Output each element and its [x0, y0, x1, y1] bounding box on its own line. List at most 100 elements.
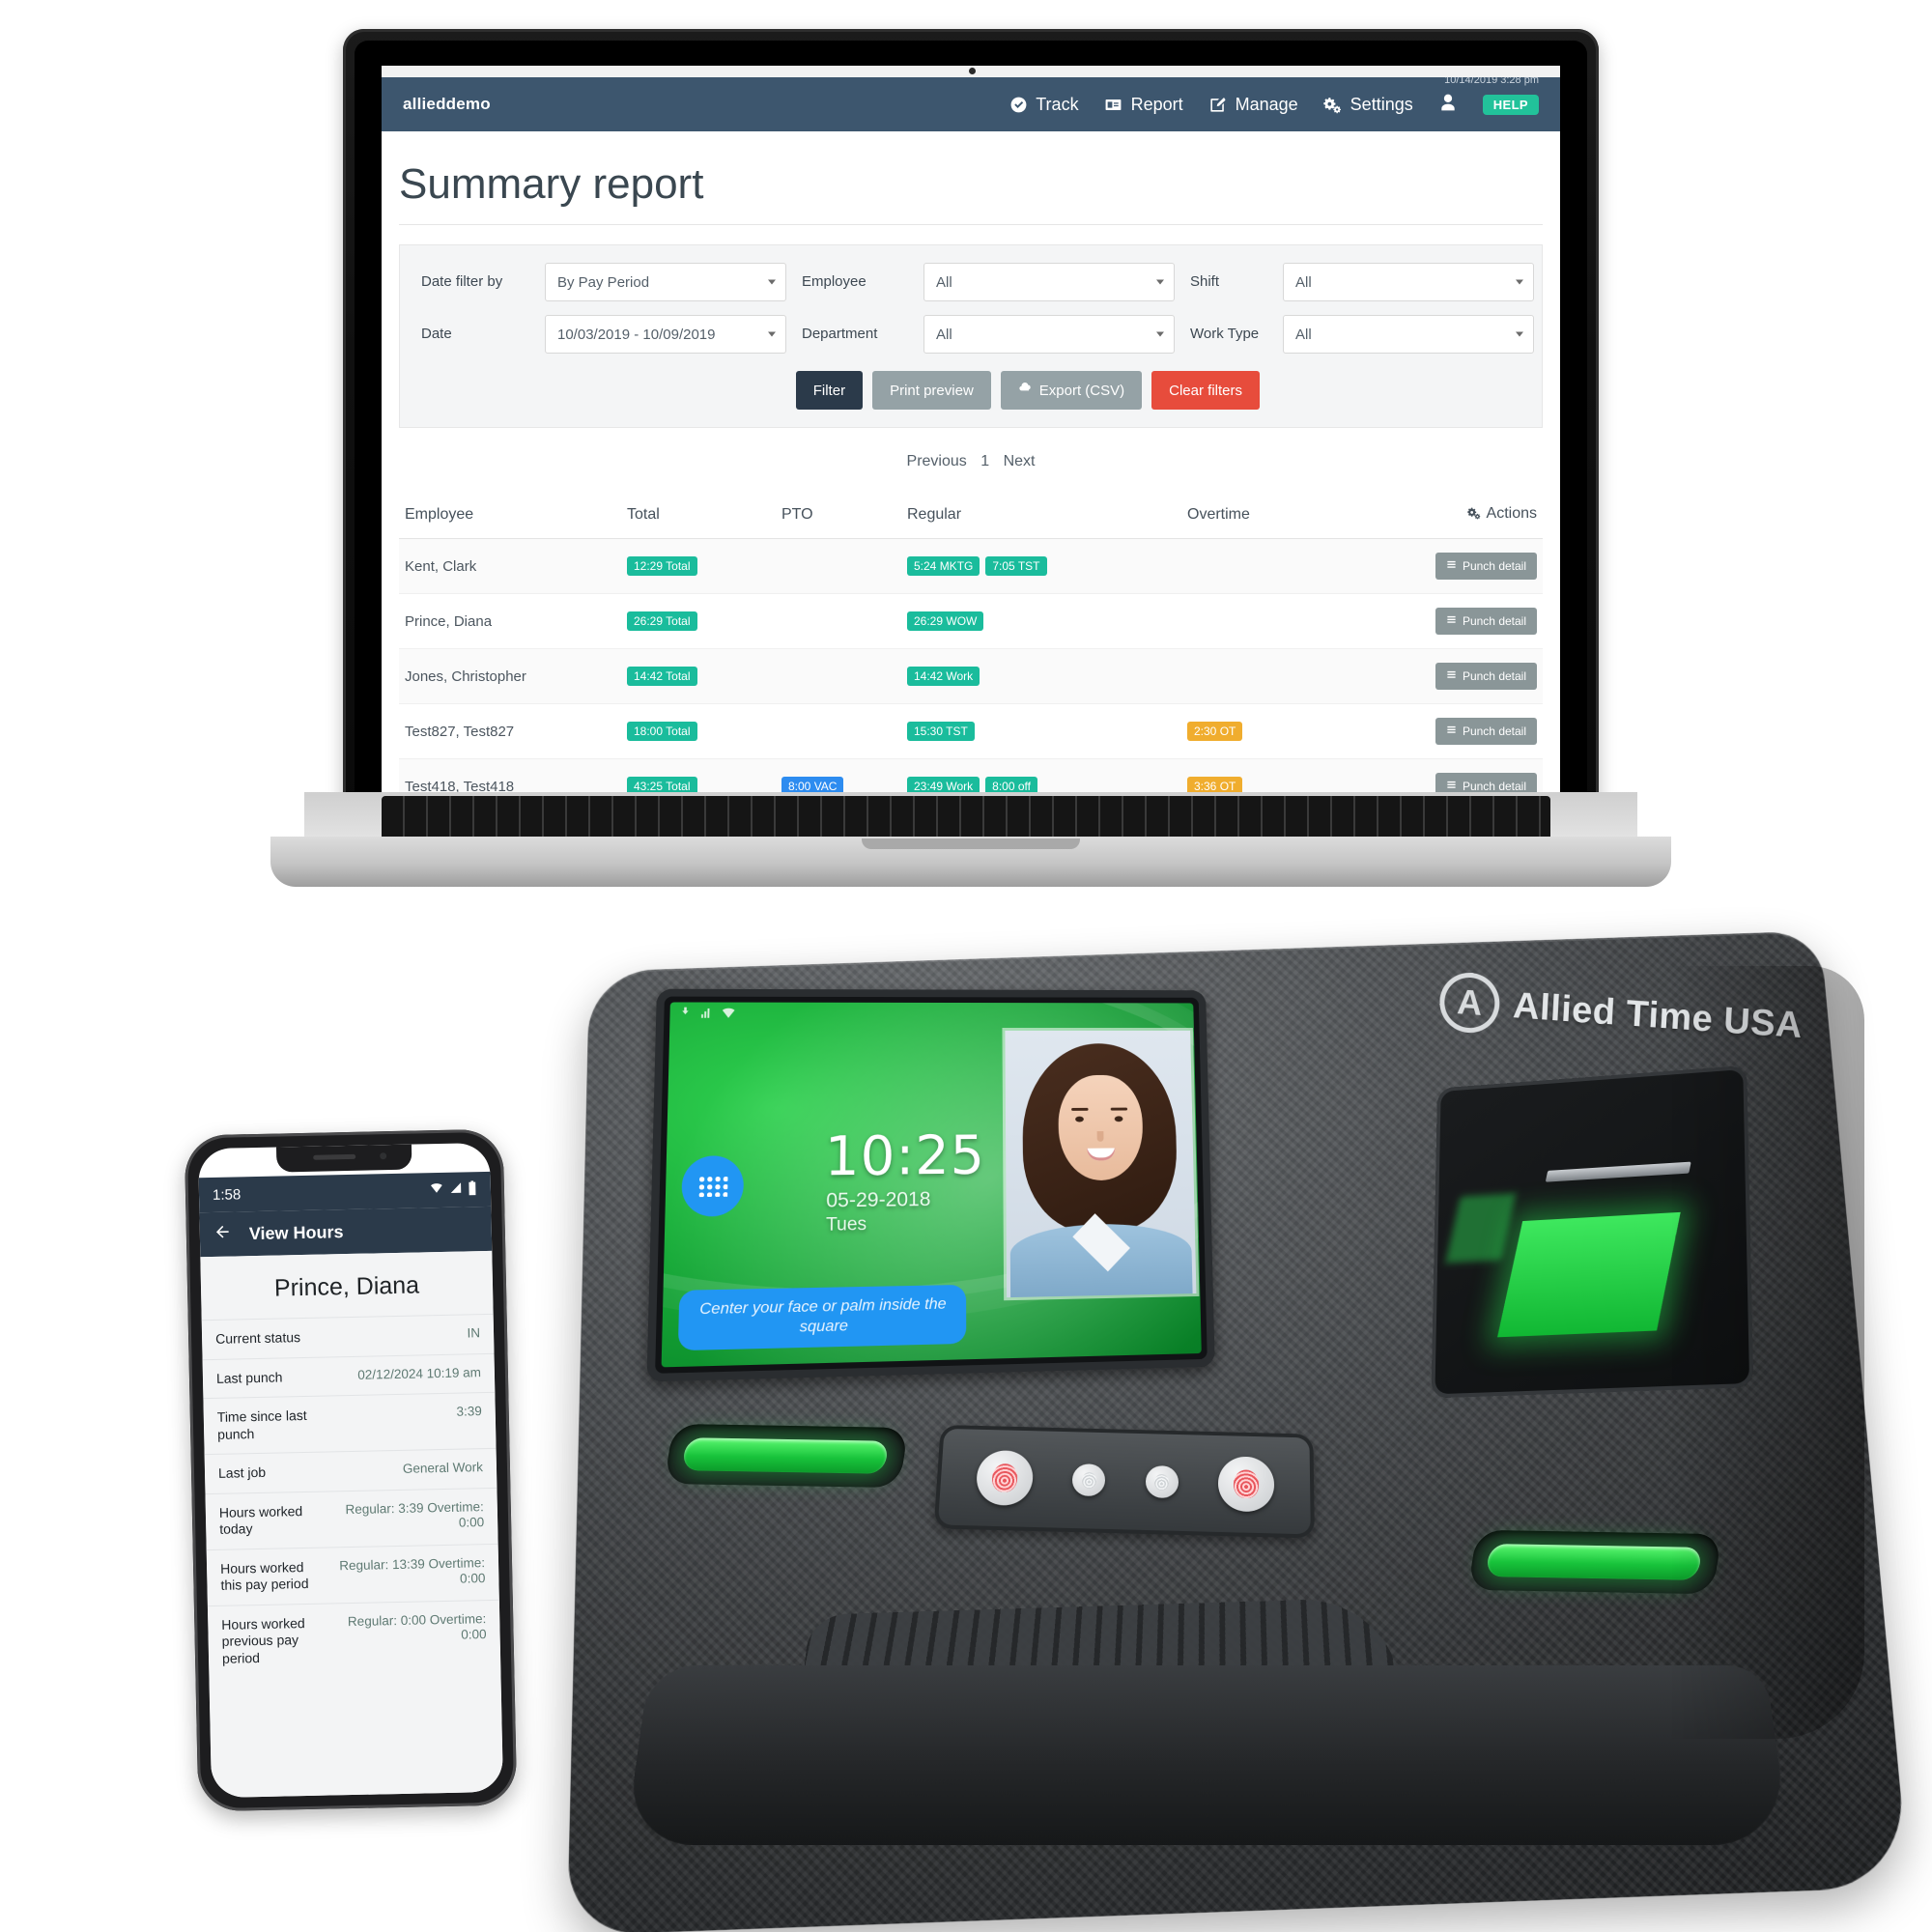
- wifi-icon: [721, 1006, 736, 1025]
- back-arrow-icon[interactable]: [213, 1223, 232, 1246]
- wifi-icon: [429, 1181, 444, 1199]
- menu-grid-icon[interactable]: [681, 1155, 745, 1217]
- time-clock-device: 10:25 05-29-2018 Tues Center your face o…: [566, 927, 1910, 1932]
- export-csv-button[interactable]: Export (CSV): [1000, 371, 1143, 410]
- fingerprint-button-right[interactable]: [1218, 1456, 1275, 1513]
- check-circle-icon: [1009, 95, 1028, 114]
- clear-filters-button[interactable]: Clear filters: [1151, 371, 1260, 410]
- table-body: Kent, Clark 12:29 Total 5:24 MKTG 7:05 TST P…: [399, 538, 1543, 811]
- pagination: Previous 1 Next: [399, 428, 1543, 490]
- punch-detail-button[interactable]: Punch detail: [1435, 718, 1537, 745]
- laptop-keyboard: [382, 796, 1550, 840]
- cell-employee: Kent, Clark: [399, 538, 621, 594]
- chip: 5:24 MKTG: [907, 556, 980, 576]
- th-pto[interactable]: PTO: [776, 496, 901, 539]
- th-actions-label: Actions: [1486, 505, 1537, 522]
- function-button-1[interactable]: [1071, 1463, 1106, 1497]
- user-avatar-icon[interactable]: [1438, 93, 1458, 117]
- portrait-eye-right: [1114, 1116, 1123, 1122]
- fingerprint-sensor-pad[interactable]: [1497, 1211, 1681, 1338]
- select-department[interactable]: All: [923, 315, 1175, 354]
- summary-report-table: Employee Total PTO Regular Overtime Acti…: [399, 496, 1543, 811]
- phone-employee-name: Prince, Diana: [273, 1271, 420, 1302]
- pencil-square-icon: [1208, 95, 1228, 114]
- pager-page-1[interactable]: 1: [980, 453, 989, 469]
- label-shift: Shift: [1190, 273, 1220, 291]
- fingerprint-button-left[interactable]: [975, 1449, 1035, 1507]
- th-employee[interactable]: Employee: [399, 496, 621, 539]
- portrait-mouth: [1087, 1148, 1116, 1161]
- filter-button[interactable]: Filter: [795, 371, 864, 410]
- select-work-type[interactable]: All: [1283, 315, 1534, 354]
- phone-detail-value: IN: [467, 1325, 481, 1341]
- th-total[interactable]: Total: [621, 496, 776, 539]
- column-settings-icon[interactable]: [1466, 506, 1481, 525]
- nav-item-report[interactable]: Report: [1104, 95, 1183, 115]
- device-front-lip: [624, 1665, 1791, 1846]
- device-button-panel: [933, 1424, 1315, 1539]
- phone-detail-value: 3:39: [456, 1404, 482, 1419]
- screenshot-canvas: allieddemo 10/14/2019 3:28 pm Track Repo: [0, 0, 1932, 1932]
- th-actions: Actions: [1365, 496, 1543, 539]
- phone-screen: 1:58 View Hours Prince, Diana Current st…: [197, 1142, 504, 1799]
- punch-detail-button[interactable]: Punch detail: [1435, 553, 1537, 580]
- device-clock-day: Tues: [825, 1213, 867, 1236]
- device-hint-text: Center your face or palm inside the squa…: [677, 1284, 967, 1351]
- fingerprint-glow: [1445, 1193, 1517, 1264]
- nav-item-manage[interactable]: Manage: [1208, 95, 1298, 115]
- label-work-type: Work Type: [1190, 326, 1260, 343]
- page-title: Summary report: [399, 131, 1543, 225]
- usb-icon: [677, 1006, 693, 1025]
- select-employee[interactable]: All: [923, 263, 1175, 301]
- phone-detail-row: Current status IN: [201, 1313, 495, 1359]
- nav-label-track: Track: [1036, 94, 1079, 114]
- signal-icon: [449, 1181, 463, 1199]
- filter-panel: Date filter by By Pay Period Employee Al…: [399, 244, 1543, 428]
- th-regular[interactable]: Regular: [901, 496, 1181, 539]
- cell-actions: Punch detail: [1365, 538, 1543, 594]
- cell-total: 18:00 Total: [621, 703, 776, 759]
- th-overtime[interactable]: Overtime: [1181, 496, 1365, 539]
- device-clock-date: 05-29-2018: [826, 1188, 931, 1212]
- device-status-icons: [677, 1006, 735, 1025]
- filter-grid: Date filter by By Pay Period Employee Al…: [421, 263, 1534, 354]
- app-brand[interactable]: allieddemo: [403, 95, 491, 114]
- chip: 2:30 OT: [1187, 722, 1243, 741]
- select-shift[interactable]: All: [1283, 263, 1534, 301]
- phone-detail-key: Hours worked this pay period: [219, 1558, 309, 1593]
- function-button-2[interactable]: [1145, 1464, 1179, 1499]
- phone-status-time: 1:58: [212, 1185, 242, 1204]
- punch-detail-label: Punch detail: [1462, 724, 1526, 738]
- time-clock-display[interactable]: 10:25 05-29-2018 Tues Center your face o…: [661, 1002, 1202, 1368]
- portrait-brow-left: [1071, 1107, 1089, 1111]
- chevron-down-icon: [1156, 331, 1164, 337]
- status-led-right: [1485, 1544, 1703, 1580]
- nav-item-settings[interactable]: Settings: [1323, 95, 1413, 115]
- cell-actions: Punch detail: [1365, 648, 1543, 704]
- list-icon: [1446, 724, 1457, 738]
- pager-next[interactable]: Next: [1004, 453, 1036, 469]
- battery-icon: [468, 1179, 477, 1199]
- chip: 14:42 Total: [627, 667, 697, 686]
- select-date-range[interactable]: 10/03/2019 - 10/09/2019: [545, 315, 786, 354]
- chip: 26:29 WOW: [907, 611, 984, 631]
- help-badge[interactable]: HELP: [1482, 94, 1539, 115]
- punch-detail-button[interactable]: Punch detail: [1435, 663, 1537, 690]
- cell-total: 12:29 Total: [621, 538, 776, 594]
- print-preview-button[interactable]: Print preview: [872, 371, 991, 410]
- smartphone-device: 1:58 View Hours Prince, Diana Current st…: [184, 1128, 518, 1812]
- navbar-timestamp: 10/14/2019 3:28 pm: [1444, 77, 1539, 86]
- chip: 12:29 Total: [627, 556, 697, 576]
- phone-detail-key: Last punch: [215, 1368, 283, 1386]
- pager-previous[interactable]: Previous: [907, 453, 967, 469]
- cell-overtime: [1181, 593, 1365, 649]
- app-navbar: allieddemo 10/14/2019 3:28 pm Track Repo: [382, 77, 1560, 131]
- cell-total: 26:29 Total: [621, 593, 776, 649]
- nav-item-track[interactable]: Track: [1009, 94, 1079, 115]
- select-date-filter-by[interactable]: By Pay Period: [545, 263, 786, 301]
- select-work-type-value: All: [1295, 326, 1312, 343]
- phone-detail-value: 02/12/2024 10:19 am: [357, 1364, 482, 1382]
- portrait-nose: [1096, 1131, 1104, 1142]
- navbar-right: 10/14/2019 3:28 pm Track Report Manage S…: [1009, 77, 1539, 117]
- punch-detail-button[interactable]: Punch detail: [1435, 608, 1537, 635]
